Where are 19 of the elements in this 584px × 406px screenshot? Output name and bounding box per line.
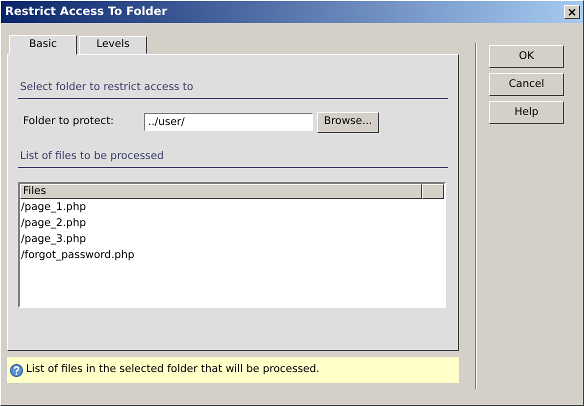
dialog-button[interactable]: OK — [489, 45, 564, 68]
folder-field[interactable]: ../user/ — [144, 113, 313, 132]
column-header[interactable]: Files — [20, 184, 422, 198]
help-icon — [10, 364, 23, 376]
dialog-button[interactable]: Cancel — [489, 73, 564, 96]
dialog-button[interactable]: Help — [489, 101, 564, 124]
close-button[interactable]: × — [564, 5, 580, 19]
tab[interactable]: Levels — [79, 36, 147, 54]
file-row[interactable]: /page_3.php — [20, 230, 444, 246]
file-row[interactable]: /page_2.php — [20, 214, 444, 230]
section-heading: Select folder to restrict access to — [18, 80, 448, 99]
hint-text: List of files in the selected folder that will be processed. — [26, 362, 320, 378]
section-heading: List of files to be processed — [18, 148, 448, 168]
tab[interactable]: Basic — [9, 35, 77, 55]
window-title: Restrict Access To Folder — [5, 3, 168, 20]
field-label: Folder to protect: — [23, 114, 115, 130]
file-row[interactable]: /forgot_password.php — [20, 246, 444, 262]
file-row[interactable]: /page_1.php — [20, 198, 444, 214]
browse-button[interactable]: Browse... — [317, 112, 379, 133]
